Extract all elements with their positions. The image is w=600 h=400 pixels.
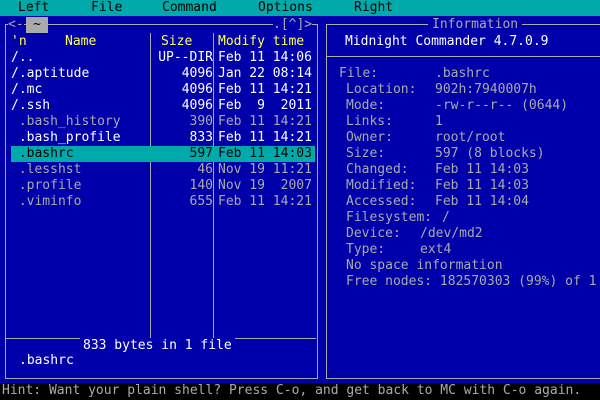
file-size: 46	[197, 162, 213, 177]
info-label: Mode:	[346, 98, 386, 113]
info-extra-line: No space information	[346, 258, 503, 273]
info-value: ext4	[420, 242, 452, 257]
hint-bar: Hint: Want your plain shell? Press C-o, …	[0, 383, 600, 400]
file-name: /.mc	[11, 82, 43, 97]
info-value: /	[442, 210, 450, 225]
info-value: 1	[435, 114, 443, 129]
info-label: Owner:	[346, 130, 393, 145]
history-buttons[interactable]: .[^]>	[273, 17, 313, 33]
info-value: -rw-r--r-- (0644)	[435, 98, 569, 113]
current-path[interactable]: ~	[26, 17, 48, 33]
info-label: Accessed:	[346, 194, 417, 209]
info-label: Location:	[346, 82, 417, 97]
file-size: UP--DIR	[158, 50, 213, 65]
info-value: .bashrc	[435, 66, 490, 81]
menu-command[interactable]: Command	[162, 0, 217, 16]
table-row[interactable]: /.ssh 4096 Feb 9 2011	[11, 98, 315, 114]
file-size: 4096	[181, 98, 213, 113]
file-mtime: Feb 11 14:06	[218, 50, 312, 65]
table-row[interactable]: .bashrc 597 Feb 11 14:03	[11, 146, 315, 162]
table-row[interactable]: .bash_profile 833 Feb 11 14:21	[11, 130, 315, 146]
file-size: 597	[189, 146, 213, 161]
file-name: /..	[11, 50, 35, 65]
info-value: Feb 11 14:03	[435, 162, 529, 177]
file-mtime: Feb 9 2011	[218, 98, 312, 113]
file-mtime: Nov 19 2007	[218, 178, 312, 193]
history-left-marker[interactable]: <-	[8, 17, 24, 33]
table-row[interactable]: .viminfo 655 Feb 11 14:21	[11, 194, 315, 210]
column-header-time[interactable]: Modify time	[218, 34, 304, 50]
menu-right[interactable]: Right	[354, 0, 393, 16]
file-name: .bash_profile	[11, 130, 121, 145]
info-value: Feb 11 14:03	[435, 178, 529, 193]
table-row[interactable]: /.. UP--DIR Feb 11 14:06	[11, 50, 315, 66]
table-row[interactable]: /.mc 4096 Feb 11 14:21	[11, 82, 315, 98]
file-name: .bashrc	[11, 146, 74, 161]
table-row[interactable]: .profile 140 Nov 19 2007	[11, 178, 315, 194]
hint-text: Hint: Want your plain shell? Press C-o, …	[2, 383, 582, 398]
file-size: 655	[189, 194, 213, 209]
info-extra-line: Free nodes: 182570303 (99%) of 1	[346, 274, 597, 289]
info-value: /dev/md2	[420, 226, 483, 241]
info-value: 902h:7940007h	[435, 82, 537, 97]
info-label: Device:	[346, 226, 401, 241]
selection-summary: 833 bytes in 1 file	[80, 338, 235, 354]
file-name: .viminfo	[11, 194, 82, 209]
mini-status: .bashrc	[19, 353, 74, 368]
menu-bar: Left File Command Options Right	[0, 0, 600, 16]
info-panel-title: Information	[428, 17, 523, 33]
file-mtime: Feb 11 14:21	[218, 194, 312, 209]
file-name: /.ssh	[11, 98, 51, 113]
column-header-size[interactable]: Size	[161, 34, 192, 50]
sort-indicator[interactable]: 'n	[11, 34, 27, 50]
menu-file[interactable]: File	[91, 0, 122, 16]
file-size: 4096	[181, 66, 213, 81]
info-value: 597 (8 blocks)	[435, 146, 545, 161]
file-mtime: Feb 11 14:21	[218, 82, 312, 97]
info-divider	[327, 56, 600, 57]
column-header-name[interactable]: Name	[65, 34, 96, 50]
file-name: /.aptitude	[11, 66, 90, 81]
menu-options[interactable]: Options	[258, 0, 313, 16]
file-size: 4096	[181, 82, 213, 97]
info-label: Type:	[346, 242, 386, 257]
file-name: .profile	[11, 178, 82, 193]
file-mtime: Feb 11 14:21	[218, 130, 312, 145]
file-size: 833	[189, 130, 213, 145]
info-value: Feb 11 14:04	[435, 194, 529, 209]
info-label: Modified:	[346, 178, 417, 193]
file-name: .bash_history	[11, 114, 121, 129]
file-mtime: Feb 11 14:03	[218, 146, 312, 161]
info-label: Filesystem:	[346, 210, 433, 225]
mc-version: Midnight Commander 4.7.0.9	[345, 34, 549, 49]
file-mtime: Feb 11 14:21	[218, 114, 312, 129]
file-name: .lesshst	[11, 162, 82, 177]
info-label: File:	[339, 66, 379, 81]
info-label: Size:	[346, 146, 386, 161]
table-row[interactable]: /.aptitude 4096 Jan 22 08:14	[11, 66, 315, 82]
table-row[interactable]: .bash_history 390 Feb 11 14:21	[11, 114, 315, 130]
menu-left[interactable]: Left	[18, 0, 49, 16]
file-size: 390	[189, 114, 213, 129]
file-size: 140	[189, 178, 213, 193]
info-label: Links:	[346, 114, 393, 129]
info-value: root/root	[435, 130, 506, 145]
table-row[interactable]: .lesshst 46 Nov 19 11:21	[11, 162, 315, 178]
info-label: Changed:	[346, 162, 409, 177]
file-mtime: Jan 22 08:14	[218, 66, 312, 81]
file-mtime: Nov 19 11:21	[218, 162, 312, 177]
